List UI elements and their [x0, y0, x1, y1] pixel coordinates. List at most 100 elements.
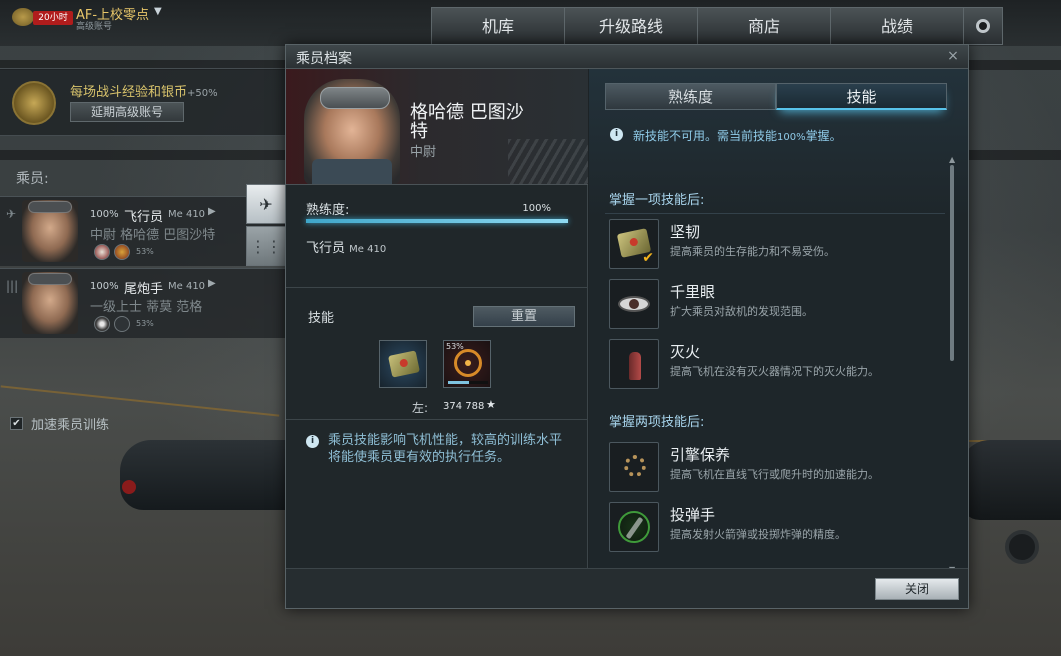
- close-button[interactable]: 关闭: [875, 578, 959, 600]
- premium-bonus-text: 每场战斗经验和银币+50%: [70, 81, 218, 100]
- skill-icon: ✔: [609, 219, 659, 269]
- notice-text-a: 新技能不可用。需当前技能: [633, 129, 778, 143]
- player-menu-caret-icon[interactable]: ▼: [154, 6, 162, 17]
- floor-line: [0, 385, 280, 417]
- skills-scrollbar[interactable]: ▲ ▼: [949, 155, 955, 574]
- group-two-skills-title: 掌握两项技能后:: [609, 415, 705, 430]
- tab-skills[interactable]: 技能: [776, 83, 947, 110]
- skill-item-firefighting[interactable]: 灭火 提高飞机在没有灭火器情况下的灭火能力。: [609, 339, 939, 389]
- pilot-tab[interactable]: ✈: [246, 184, 286, 224]
- skills-tabs: 熟练度 技能: [605, 83, 947, 110]
- crew-skill-percent: 53%: [136, 319, 154, 328]
- skill-name: 坚韧: [670, 223, 701, 241]
- crew-name: 中尉 格哈德 巴图沙特: [90, 228, 216, 243]
- crew-profile-dialog: 乘员档案 × 格哈德 巴图沙特 中尉 熟练度: 100% 飞行员 Me 410 …: [285, 44, 969, 609]
- proficiency-bar: [306, 219, 568, 223]
- eye-icon: [618, 296, 650, 312]
- goggles-icon: [28, 201, 72, 213]
- unit-emblem: [508, 139, 588, 184]
- medkit-skill-icon: [94, 244, 110, 260]
- premium-wings-icon: [12, 81, 56, 125]
- gear-icon: [976, 19, 990, 33]
- divider: [286, 287, 588, 288]
- skill-name: 投弹手: [670, 506, 716, 524]
- uniform-collar: [312, 159, 392, 184]
- engine-gear-icon: [624, 455, 646, 477]
- skill-icon: [609, 502, 659, 552]
- nav-tab-stats[interactable]: 战绩: [830, 7, 963, 45]
- crosshair-icon: [454, 349, 482, 377]
- background-aircraft-right: [960, 440, 1061, 520]
- bullets-icon: ⋮⋮: [250, 236, 282, 256]
- skill-slot-toughness[interactable]: [379, 340, 427, 388]
- group-one-skill-title: 掌握一项技能后:: [609, 193, 705, 208]
- accelerate-training-label: 加速乘员训练: [31, 418, 110, 433]
- wings-icon: ✈: [259, 194, 273, 214]
- hangar-left-panel: 每场战斗经验和银币+50% 延期高级账号 乘员: ✈ 100% 飞行员 Me 4…: [0, 68, 285, 433]
- rank-emblem-icon: [12, 8, 34, 26]
- accelerate-training-option[interactable]: ✔ 加速乘员训练: [10, 414, 109, 433]
- skill-description: 提高飞机在直线飞行或爬升时的加速能力。: [670, 468, 879, 481]
- fire-extinguisher-icon: [629, 352, 641, 380]
- divider: [605, 213, 945, 214]
- aircraft-wheel: [1005, 530, 1039, 564]
- crew-row-pilot[interactable]: ✈ 100% 飞行员 Me 410 ▶ 中尉 格哈德 巴图沙特 53%: [0, 196, 285, 266]
- crew-plane: Me 410: [168, 281, 206, 292]
- star-icon: ★: [486, 398, 496, 411]
- proficiency-role-name: 飞行员: [306, 241, 346, 256]
- proficiency-role-plane: Me 410: [349, 244, 387, 255]
- accelerate-training-checkbox[interactable]: ✔: [10, 417, 23, 430]
- skill-item-eagle-eye[interactable]: 千里眼 扩大乘员对敌机的发现范围。: [609, 279, 939, 329]
- dialog-title: 乘员档案: [296, 51, 352, 67]
- skill-item-toughness[interactable]: ✔ 坚韧 提高乘员的生存能力和不易受伤。: [609, 219, 939, 269]
- skill-item-engine-care[interactable]: 引擎保养 提高飞机在直线飞行或爬升时的加速能力。: [609, 442, 939, 492]
- extend-premium-button[interactable]: 延期高级账号: [70, 102, 184, 122]
- crew-summary-pane: 格哈德 巴图沙特 中尉 熟练度: 100% 飞行员 Me 410 技能 重置 5…: [286, 69, 588, 568]
- crew-row-gunner[interactable]: ||| 100% 尾炮手 Me 410 ▶ 一级上士 蒂莫 范格 53%: [0, 268, 285, 338]
- nav-tab-tech-tree[interactable]: 升级路线: [564, 7, 697, 45]
- proficiency-label: 熟练度:: [306, 203, 350, 218]
- pilot-role-icon: ✈: [6, 207, 17, 221]
- medkit-icon: [388, 350, 420, 378]
- skill-description: 提高飞机在没有灭火器情况下的灭火能力。: [670, 365, 879, 378]
- scroll-up-icon[interactable]: ▲: [949, 155, 955, 164]
- skills-info-note: 乘员技能影响飞机性能，较高的训练水平将能使乘员更有效的执行任务。: [328, 433, 563, 465]
- skill-slot-training[interactable]: 53%: [443, 340, 491, 388]
- eye-skill-icon: [94, 316, 110, 332]
- target-skill-icon: [114, 244, 130, 260]
- tab-proficiency[interactable]: 熟练度: [605, 83, 776, 110]
- crew-plane: Me 410: [168, 209, 206, 220]
- info-icon: i: [610, 128, 623, 141]
- close-icon[interactable]: ×: [944, 47, 962, 65]
- skill-item-bombardier[interactable]: 投弹手 提高发射火箭弹或投掷炸弹的精度。: [609, 502, 939, 552]
- skill-slot-progress: [448, 381, 488, 384]
- crew-section-label: 乘员:: [16, 171, 49, 187]
- dialog-footer: 关闭: [286, 568, 968, 608]
- skill-name: 引擎保养: [670, 446, 731, 464]
- crew-skill-percent: 53%: [136, 247, 154, 256]
- gunner-tab[interactable]: ⋮⋮: [246, 226, 286, 266]
- nav-tab-shop[interactable]: 商店: [697, 7, 830, 45]
- skill-slot-progress-fill: [448, 381, 470, 384]
- remaining-xp-label: 左:: [412, 401, 429, 415]
- chevron-right-icon[interactable]: ▶: [208, 206, 216, 217]
- proficiency-bar-fill: [306, 219, 568, 223]
- nav-tab-hangar[interactable]: 机库: [431, 7, 564, 45]
- skill-description: 扩大乘员对敌机的发现范围。: [670, 305, 813, 318]
- scrollbar-thumb[interactable]: [950, 165, 954, 361]
- premium-bonus-value: +50%: [187, 88, 218, 99]
- goggles-icon: [28, 273, 72, 285]
- chevron-right-icon[interactable]: ▶: [208, 278, 216, 289]
- crew-proficiency: 100%: [90, 209, 119, 220]
- notice-text-b: 掌握。: [805, 129, 842, 143]
- remaining-xp-value: 374 788: [443, 401, 485, 412]
- skill-icon: [609, 339, 659, 389]
- checkmark-icon: ✔: [642, 250, 654, 266]
- account-type: 高级账号: [76, 22, 113, 32]
- reset-skills-button[interactable]: 重置: [473, 306, 575, 327]
- crew-hero-banner: 格哈德 巴图沙特 中尉: [286, 69, 588, 185]
- proficiency-value: 100%: [522, 203, 551, 214]
- skill-name: 千里眼: [670, 283, 716, 301]
- settings-button[interactable]: [963, 7, 1003, 45]
- crew-proficiency: 100%: [90, 281, 119, 292]
